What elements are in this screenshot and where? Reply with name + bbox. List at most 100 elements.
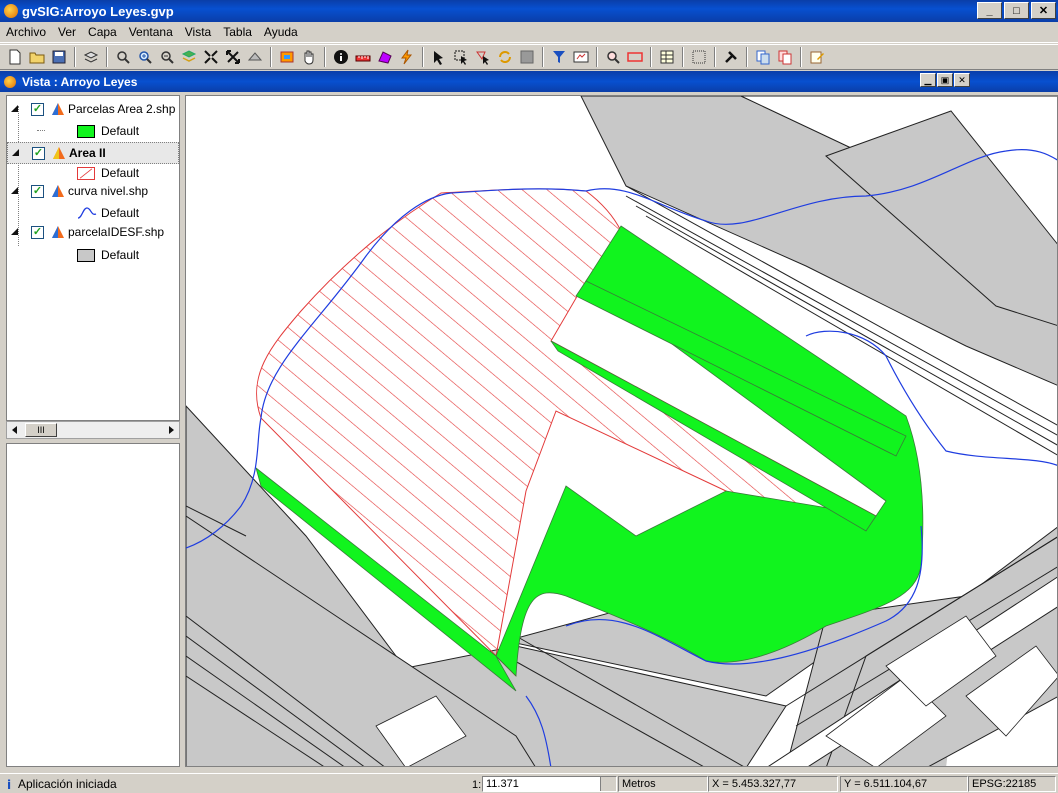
expand-extent-button[interactable] bbox=[222, 46, 244, 68]
expanded-arrow-icon bbox=[11, 105, 18, 112]
view-restore-button[interactable]: ▣ bbox=[937, 73, 953, 87]
locator-button[interactable] bbox=[570, 46, 592, 68]
layer-visibility-checkbox[interactable]: ✓ bbox=[31, 184, 44, 198]
table-icon bbox=[660, 50, 674, 64]
vector-layer-icon bbox=[53, 147, 65, 159]
map-canvas[interactable] bbox=[185, 95, 1058, 767]
zoom-to-selection-button[interactable] bbox=[602, 46, 624, 68]
scale-dropdown-button[interactable] bbox=[600, 777, 616, 791]
legend-label: Default bbox=[101, 166, 140, 180]
layer-row-parcelas-area-2[interactable]: ✓ Parcelas Area 2.shp bbox=[11, 100, 175, 118]
rectangle-icon bbox=[627, 52, 643, 62]
new-file-icon bbox=[9, 49, 21, 65]
close-button[interactable]: ✕ bbox=[1031, 2, 1056, 19]
legend-row-parcelas: Default bbox=[37, 122, 140, 140]
menu-ayuda[interactable]: Ayuda bbox=[258, 25, 304, 39]
full-extent-layers-button[interactable] bbox=[178, 46, 200, 68]
add-layer-button[interactable] bbox=[80, 46, 102, 68]
scroll-right-arrow-icon[interactable] bbox=[167, 426, 175, 434]
stacked-layers-icon bbox=[181, 50, 197, 62]
layer-name: Area II bbox=[69, 146, 106, 160]
measure-area-button[interactable] bbox=[374, 46, 396, 68]
expanded-arrow-icon bbox=[12, 149, 19, 156]
zoom-extent-button[interactable] bbox=[200, 46, 222, 68]
select-rectangle-button[interactable] bbox=[450, 46, 472, 68]
frame-button[interactable] bbox=[276, 46, 298, 68]
grid-button[interactable] bbox=[688, 46, 710, 68]
layer-name: Parcelas Area 2.shp bbox=[68, 102, 176, 116]
previous-extent-button[interactable] bbox=[244, 46, 266, 68]
menu-bar: Archivo Ver Capa Ventana Vista Tabla Ayu… bbox=[0, 22, 1058, 43]
paste-icon bbox=[778, 50, 792, 65]
new-file-button[interactable] bbox=[4, 46, 26, 68]
vector-layer-icon bbox=[52, 226, 64, 238]
zoom-select-button[interactable] bbox=[112, 46, 134, 68]
zoom-icon bbox=[117, 51, 130, 64]
lightning-icon bbox=[401, 49, 413, 65]
legend-row-parcela-idesf: Default bbox=[39, 246, 139, 264]
clear-selection-button[interactable] bbox=[516, 46, 538, 68]
save-button[interactable] bbox=[48, 46, 70, 68]
locator-map-panel bbox=[6, 443, 180, 767]
layer-row-curva-nivel[interactable]: ✓ curva nivel.shp bbox=[11, 182, 148, 200]
info-icon bbox=[334, 50, 348, 64]
hyperlink-button[interactable] bbox=[396, 46, 418, 68]
menu-ver[interactable]: Ver bbox=[52, 25, 82, 39]
svg-text:i: i bbox=[7, 778, 11, 791]
select-button[interactable] bbox=[428, 46, 450, 68]
info-button[interactable] bbox=[330, 46, 352, 68]
menu-archivo[interactable]: Archivo bbox=[0, 25, 52, 39]
legend-label: Default bbox=[101, 124, 140, 138]
view-icon bbox=[4, 75, 16, 88]
scroll-left-arrow-icon[interactable] bbox=[11, 426, 19, 434]
window-title: gvSIG:Arroyo Leyes.gvp bbox=[22, 3, 174, 19]
scale-input[interactable]: 11.371 bbox=[482, 776, 617, 792]
layer-row-area-ii[interactable]: ✓ Area II bbox=[7, 142, 179, 164]
units-cell: Metros bbox=[618, 776, 708, 792]
expanded-arrow-icon bbox=[11, 228, 18, 235]
tools-button[interactable] bbox=[720, 46, 742, 68]
select-poly-icon bbox=[476, 51, 489, 65]
epsg-code: EPSG:22185 bbox=[972, 778, 1037, 790]
open-file-button[interactable] bbox=[26, 46, 48, 68]
gvsig-logo-icon bbox=[4, 4, 18, 18]
menu-tabla[interactable]: Tabla bbox=[217, 25, 258, 39]
invert-selection-button[interactable] bbox=[494, 46, 516, 68]
menu-ventana[interactable]: Ventana bbox=[123, 25, 179, 39]
view-close-button[interactable]: ✕ bbox=[954, 73, 970, 87]
view-minimize-button[interactable]: ▁ bbox=[920, 73, 936, 87]
window-controls: _ □ ✕ bbox=[977, 2, 1056, 19]
menu-capa[interactable]: Capa bbox=[82, 25, 123, 39]
measure-distance-button[interactable] bbox=[352, 46, 374, 68]
filter-icon bbox=[553, 51, 565, 63]
layer-visibility-checkbox[interactable]: ✓ bbox=[31, 102, 44, 116]
scale-prefix: 1: bbox=[472, 779, 482, 791]
y-coordinate: Y = 6.511.104,67 bbox=[844, 778, 928, 790]
layer-visibility-checkbox[interactable]: ✓ bbox=[31, 225, 44, 239]
view-title: Vista : Arroyo Leyes bbox=[22, 74, 138, 89]
legend-label: Default bbox=[101, 206, 140, 220]
copy-button[interactable] bbox=[752, 46, 774, 68]
pan-button[interactable] bbox=[298, 46, 320, 68]
zoom-out-button[interactable] bbox=[156, 46, 178, 68]
main-toolbar bbox=[0, 44, 1058, 70]
select-polygon-button[interactable] bbox=[472, 46, 494, 68]
layer-row-parcela-idesf[interactable]: ✓ parcelaIDESF.shp bbox=[11, 223, 164, 241]
attribute-table-button[interactable] bbox=[656, 46, 678, 68]
scroll-thumb[interactable]: III bbox=[25, 423, 57, 437]
gray-square-icon bbox=[520, 50, 534, 64]
draw-rectangle-button[interactable] bbox=[624, 46, 646, 68]
minimize-button[interactable]: _ bbox=[977, 2, 1002, 19]
filter-button[interactable] bbox=[548, 46, 570, 68]
maximize-button[interactable]: □ bbox=[1004, 2, 1029, 19]
edit-button[interactable] bbox=[806, 46, 828, 68]
menu-vista[interactable]: Vista bbox=[179, 25, 217, 39]
grid-icon bbox=[692, 50, 706, 64]
toc-horizontal-scrollbar[interactable]: III bbox=[6, 421, 180, 439]
layer-visibility-checkbox[interactable]: ✓ bbox=[32, 146, 45, 160]
info-icon: i bbox=[7, 778, 11, 791]
wrench-icon bbox=[725, 51, 737, 63]
area-icon bbox=[378, 51, 392, 64]
paste-button[interactable] bbox=[774, 46, 796, 68]
zoom-in-button[interactable] bbox=[134, 46, 156, 68]
